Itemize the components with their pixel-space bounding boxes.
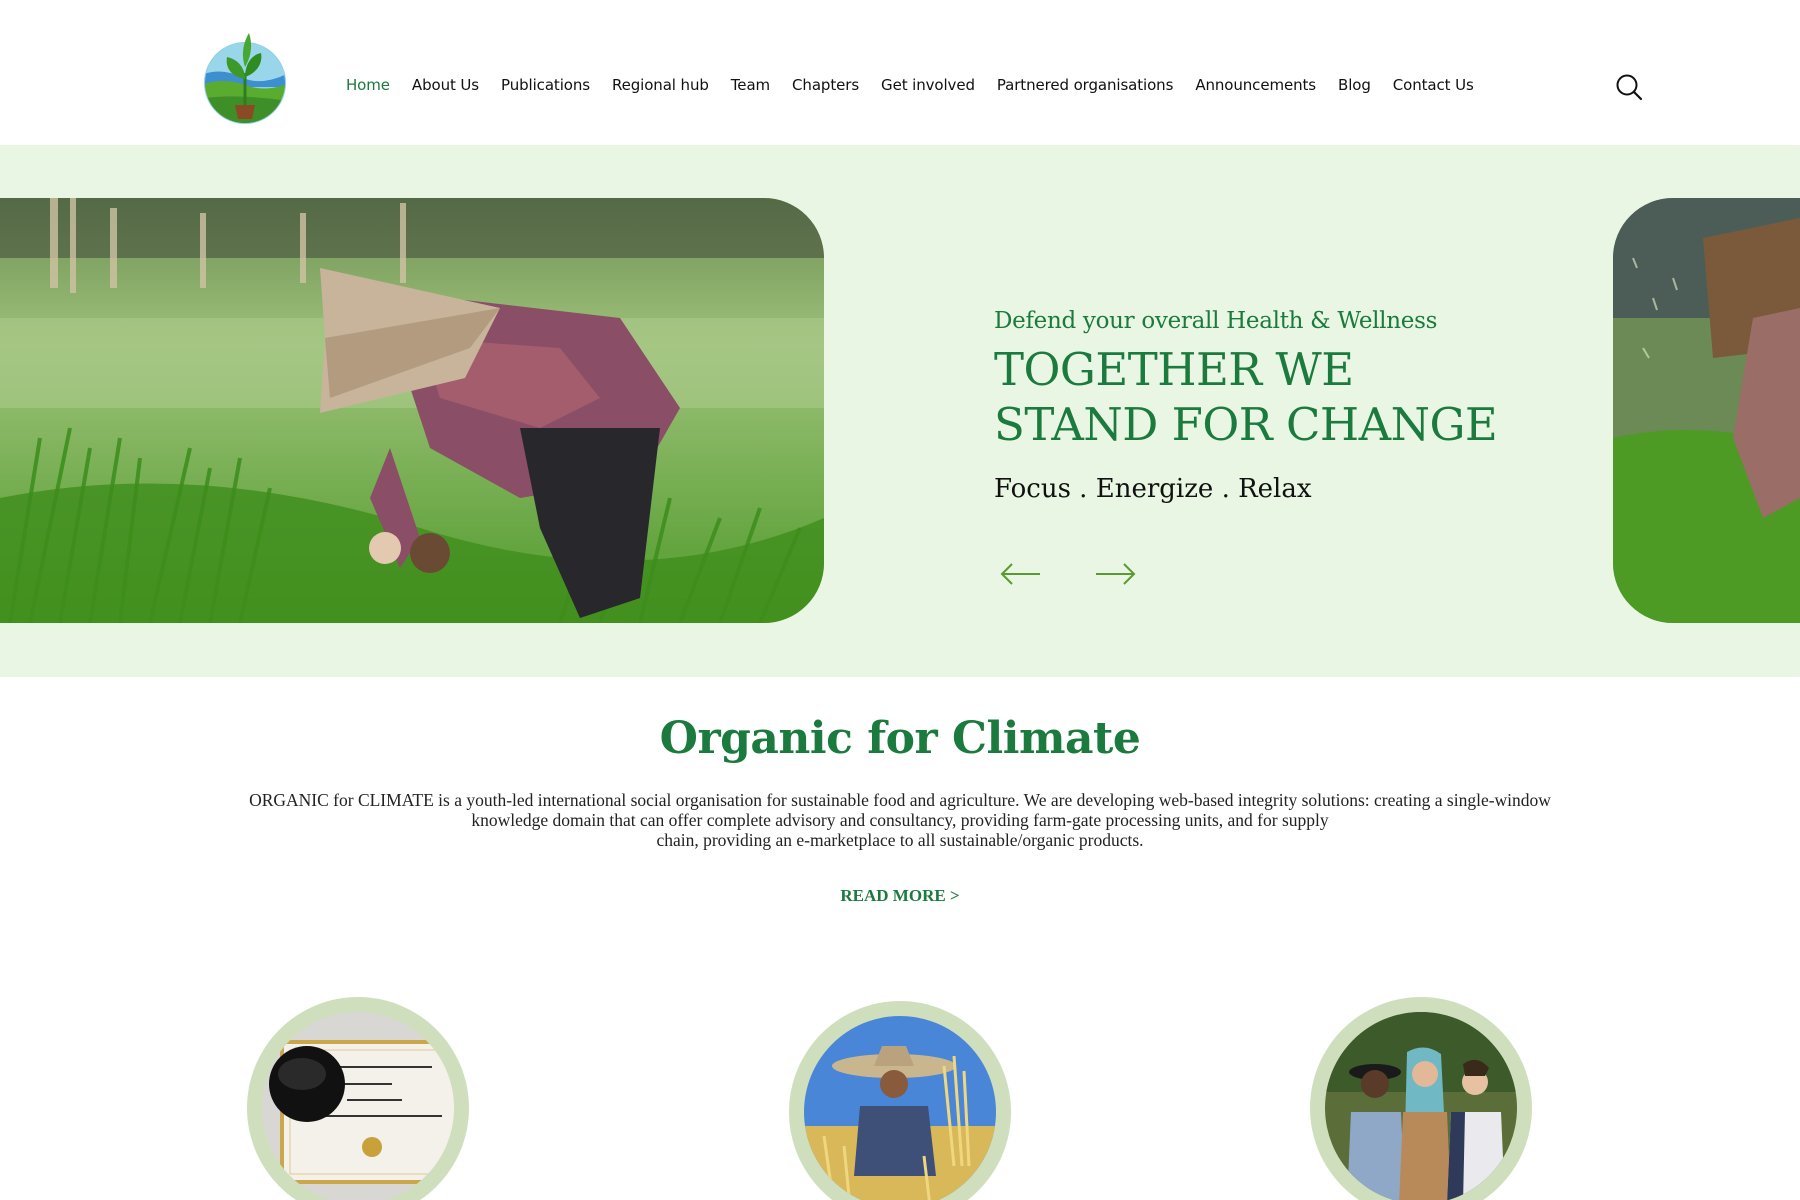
- hero-image-next-slide[interactable]: [1613, 198, 1800, 623]
- nav-regional-hub[interactable]: Regional hub: [612, 76, 709, 94]
- arrow-left-icon[interactable]: [1000, 561, 1042, 587]
- slider-controls: [1000, 561, 1136, 587]
- feature-image-certificate[interactable]: [247, 997, 469, 1200]
- nav-announcements[interactable]: Announcements: [1195, 76, 1316, 94]
- about-line: ORGANIC for CLIMATE is a youth-led inter…: [249, 790, 1551, 810]
- nav-chapters[interactable]: Chapters: [792, 76, 859, 94]
- hero-title: TOGETHER WE STAND FOR CHANGE: [994, 342, 1554, 452]
- section-title: Organic for Climate: [659, 713, 1141, 764]
- hero-title-line2: STAND FOR CHANGE: [994, 398, 1498, 451]
- about-line: chain, providing an e-marketplace to all…: [656, 830, 1144, 850]
- nav-about-us[interactable]: About Us: [412, 76, 479, 94]
- hero-slider: Defend your overall Health & Wellness TO…: [0, 145, 1800, 677]
- feature-image-farmer-harvest[interactable]: [789, 1001, 1011, 1200]
- nav-contact-us[interactable]: Contact Us: [1393, 76, 1474, 94]
- site-header: Home About Us Publications Regional hub …: [0, 0, 1800, 145]
- nav-home[interactable]: Home: [346, 76, 390, 94]
- feature-image-youth-group[interactable]: [1310, 997, 1532, 1200]
- read-more-link[interactable]: READ MORE >: [0, 886, 1800, 906]
- nav-team[interactable]: Team: [731, 76, 770, 94]
- site-logo[interactable]: [201, 27, 289, 125]
- nav-get-involved[interactable]: Get involved: [881, 76, 975, 94]
- hero-title-line1: TOGETHER WE: [994, 343, 1354, 396]
- nav-blog[interactable]: Blog: [1338, 76, 1371, 94]
- hero-image-farmer-rice-field: [0, 198, 824, 623]
- nav-partnered-organisations[interactable]: Partnered organisations: [997, 76, 1174, 94]
- arrow-right-icon[interactable]: [1094, 561, 1136, 587]
- nav-publications[interactable]: Publications: [501, 76, 590, 94]
- main-nav: Home About Us Publications Regional hub …: [346, 75, 1496, 95]
- about-line: knowledge domain that can offer complete…: [471, 810, 1329, 830]
- about-description: ORGANIC for CLIMATE is a youth-led inter…: [200, 790, 1600, 850]
- hero-tagline: Focus . Energize . Relax: [994, 474, 1312, 504]
- hero-subtitle: Defend your overall Health & Wellness: [994, 308, 1438, 334]
- search-icon[interactable]: [1615, 73, 1643, 101]
- hero-text: Defend your overall Health & Wellness TO…: [994, 308, 1554, 504]
